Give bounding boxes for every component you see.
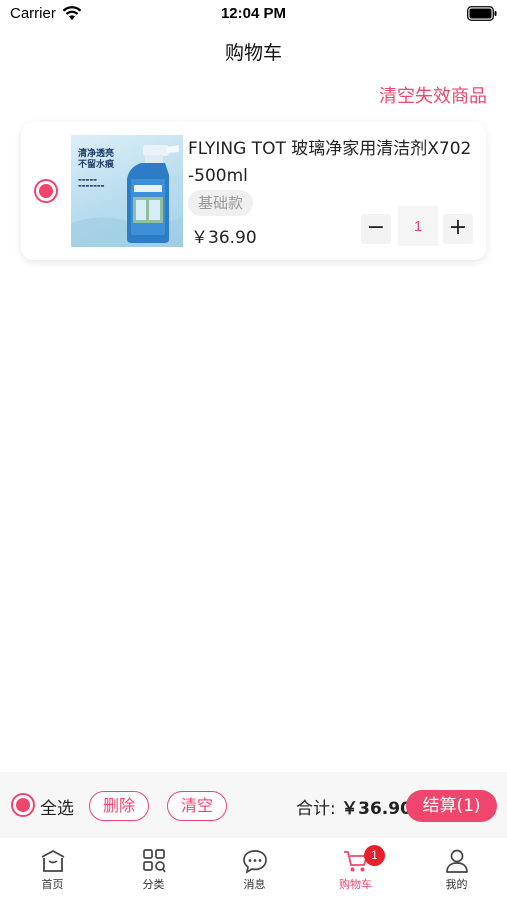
message-icon xyxy=(242,850,267,874)
tab-messages-label: 消息 xyxy=(243,878,266,891)
product-image-fineprint: ▬▬▬▬▬ ▬▬▬▬▬▬▬ xyxy=(78,177,105,188)
tab-cart[interactable]: 1 购物车 xyxy=(305,845,406,898)
tab-category-label: 分类 xyxy=(142,878,165,891)
select-all-radio[interactable] xyxy=(11,793,35,817)
clock-time: 12:04 PM xyxy=(220,5,287,22)
cart-count-badge: 1 xyxy=(364,845,385,866)
tab-category[interactable]: 分类 xyxy=(103,848,204,898)
quantity-stepper: − 1 + xyxy=(361,206,473,246)
clear-cart-button[interactable]: 清空 xyxy=(167,791,228,821)
tab-cart-label: 购物车 xyxy=(339,878,372,891)
clear-invalid-items-button[interactable]: 清空失效商品 xyxy=(379,82,487,108)
category-icon xyxy=(142,849,166,873)
product-image[interactable]: 清净透亮 不留水痕 ▬▬▬▬▬ ▬▬▬▬▬▬▬ xyxy=(71,135,183,247)
tab-home-label: 首页 xyxy=(41,878,64,891)
increase-quantity-button[interactable]: + xyxy=(443,214,473,244)
total-amount: ￥36.90 xyxy=(341,799,412,819)
total-prefix: 合计: xyxy=(296,799,342,819)
quantity-field[interactable]: 1 xyxy=(398,206,438,246)
product-title[interactable]: FLYING TOT 玻璃净家用清洁剂X702-500ml xyxy=(188,136,473,190)
tab-bar: 首页 分类 消息 1 购物车 我的 xyxy=(0,838,507,900)
tab-messages[interactable]: 消息 xyxy=(204,848,305,898)
page-title: 购物车 xyxy=(224,42,282,64)
decrease-quantity-button[interactable]: − xyxy=(361,214,391,244)
spec-badge[interactable]: 基础款 xyxy=(188,190,254,216)
select-all-label[interactable]: 全选 xyxy=(40,794,74,819)
battery-icon xyxy=(467,6,497,21)
tab-profile[interactable]: 我的 xyxy=(406,848,507,898)
spray-bottle-illustration xyxy=(71,145,183,247)
tab-home[interactable]: 首页 xyxy=(2,848,103,898)
cart-item-card: 清净透亮 不留水痕 ▬▬▬▬▬ ▬▬▬▬▬▬▬ FLYING TOT 玻璃净家用清… xyxy=(21,122,486,260)
home-icon xyxy=(41,850,64,872)
checkout-bar: 全选 删除 清空 合计: ￥36.90 结算(1) xyxy=(0,772,507,838)
checkout-button[interactable]: 结算(1) xyxy=(406,790,497,822)
status-bar: Carrier 12:04 PM xyxy=(0,0,507,30)
tab-profile-label: 我的 xyxy=(445,878,468,891)
delete-button[interactable]: 删除 xyxy=(89,791,150,821)
total-price: 合计: ￥36.90 xyxy=(296,794,412,819)
item-select-radio[interactable] xyxy=(34,179,58,203)
product-price: ￥36.90 xyxy=(191,228,257,248)
user-icon xyxy=(445,849,468,873)
